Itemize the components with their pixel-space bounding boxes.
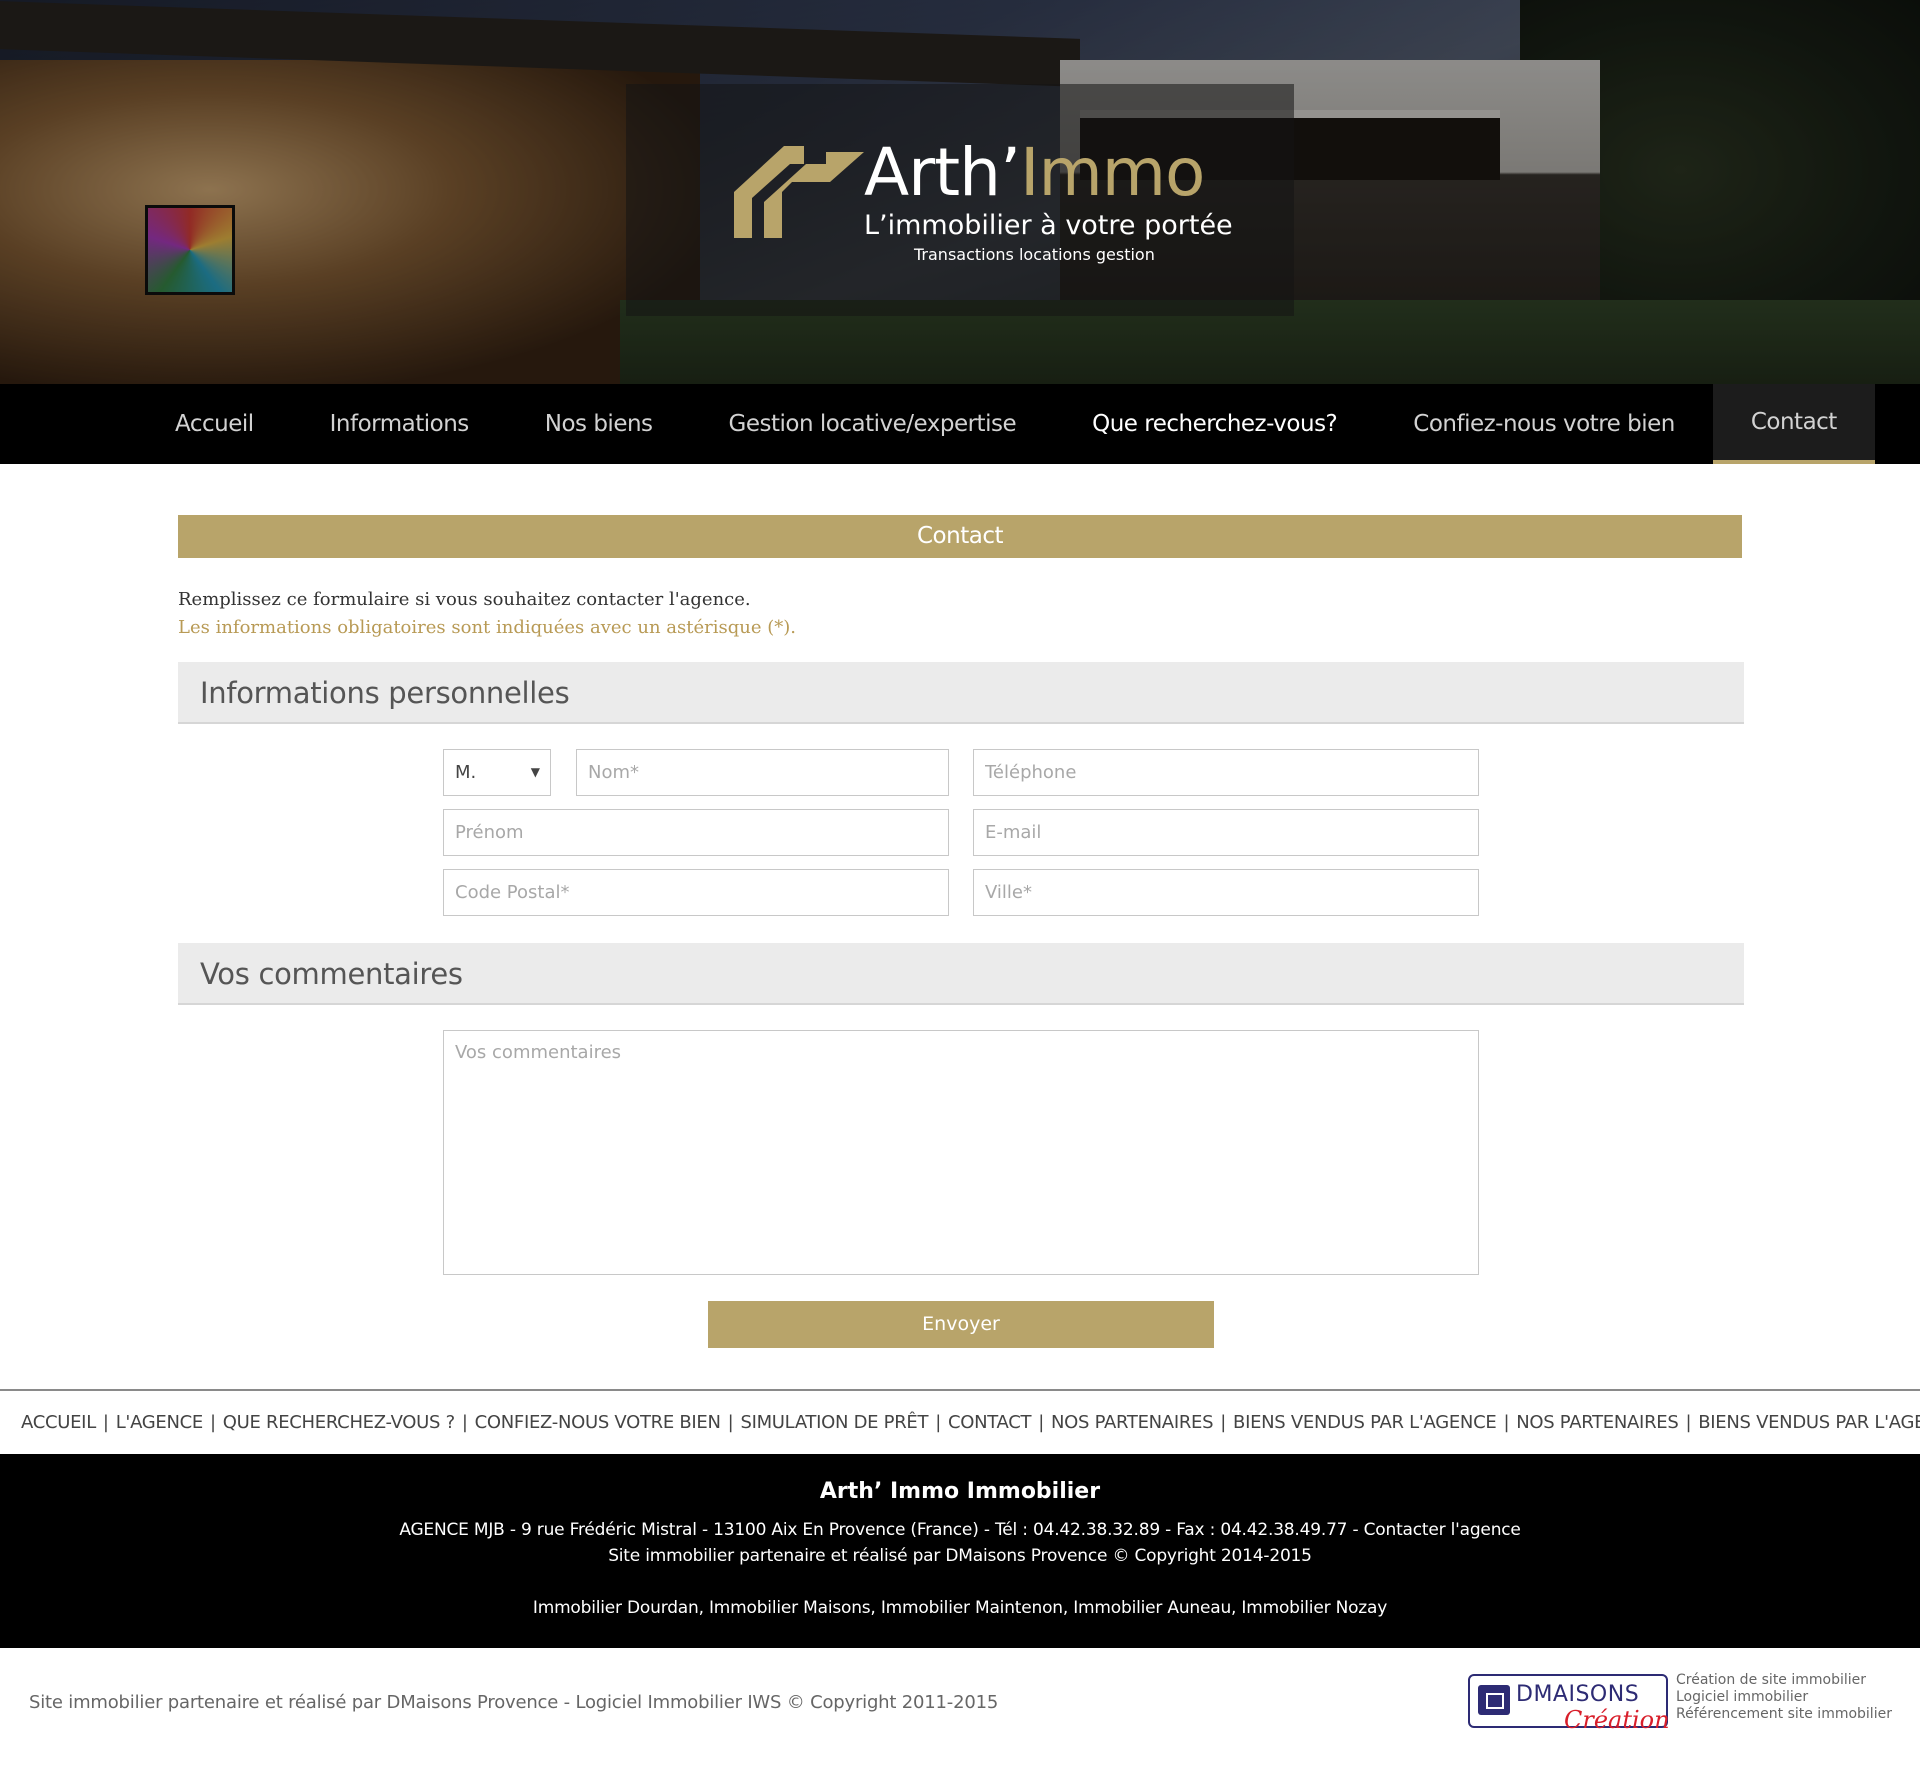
brand-subtagline: Transactions locations gestion [914,245,1155,264]
ville-field[interactable] [973,869,1479,916]
nav-item-recherche[interactable]: Que recherchez-vous? [1054,384,1375,464]
civility-value: M. [455,762,477,783]
dmaisons-name: DMAISONS [1516,1682,1640,1707]
nav-item-nos-biens[interactable]: Nos biens [507,384,691,464]
footer-link-agence[interactable]: L'AGENCE [116,1412,204,1433]
intro-text: Remplissez ce formulaire si vous souhait… [178,586,796,642]
footer-link-recherche[interactable]: QUE RECHERCHEZ-VOUS ? [223,1412,455,1433]
dmaisons-services: Création de site immobilier Logiciel imm… [1676,1672,1892,1723]
page-title: Contact [178,515,1742,558]
bottom-bar: Site immobilier partenaire et réalisé pa… [0,1648,1920,1788]
house-icon [1478,1685,1510,1715]
footer-link-biens-vendus-2[interactable]: BIENS VENDUS PAR L'AGENCE [1698,1412,1920,1433]
footer-links: ACCUEIL | L'AGENCE | QUE RECHERCHEZ-VOUS ?… [0,1389,1920,1454]
send-button[interactable]: Envoyer [708,1301,1214,1348]
comments-heading: Vos commentaires [178,943,1744,1005]
nav-item-informations[interactable]: Informations [292,384,507,464]
footer-link-confiez[interactable]: CONFIEZ-NOUS VOTRE BIEN [475,1412,721,1433]
bottom-copyright: Site immobilier partenaire et réalisé pa… [29,1692,999,1713]
dmaisons-service[interactable]: Logiciel immobilier [1676,1689,1892,1706]
footer-link-partenaires-2[interactable]: NOS PARTENAIRES [1516,1412,1679,1433]
telephone-field[interactable] [973,749,1479,796]
nom-field[interactable] [576,749,949,796]
dmaisons-logo[interactable]: DMAISONS Création [1468,1674,1670,1732]
house-logo-icon [734,146,864,238]
agency-address: AGENCE MJB - 9 rue Frédéric Mistral - 13… [399,1520,1521,1540]
nav-item-accueil[interactable]: Accueil [137,384,292,464]
nav-item-confiez[interactable]: Confiez-nous votre bien [1375,384,1713,464]
email-field[interactable] [973,809,1479,856]
nav-item-gestion[interactable]: Gestion locative/expertise [691,384,1055,464]
prenom-field[interactable] [443,809,949,856]
footer-link-biens-vendus[interactable]: BIENS VENDUS PAR L'AGENCE [1233,1412,1497,1433]
required-note: Les informations obligatoires sont indiq… [178,617,796,638]
dmaisons-script: Création [1564,1706,1670,1734]
partner-line[interactable]: Site immobilier partenaire et réalisé pa… [0,1546,1920,1566]
footer-link-contact[interactable]: CONTACT [948,1412,1032,1433]
civility-select[interactable]: M. ▼ [443,749,551,796]
code-postal-field[interactable] [443,869,949,916]
dmaisons-service[interactable]: Création de site immobilier [1676,1672,1892,1689]
footer-link-partenaires[interactable]: NOS PARTENAIRES [1051,1412,1214,1433]
brand-tagline: L’immobilier à votre portée [864,210,1233,241]
cities-line[interactable]: Immobilier Dourdan, Immobilier Maisons, … [0,1598,1920,1618]
brand-name: Arth’Immo [864,134,1205,211]
footer-link-simulation[interactable]: SIMULATION DE PRÊT [740,1412,928,1433]
hero-banner: Arth’Immo L’immobilier à votre portée Tr… [0,0,1920,384]
dmaisons-service[interactable]: Référencement site immobilier [1676,1706,1892,1723]
main-nav: Accueil Informations Nos biens Gestion l… [0,384,1920,464]
footer-info: Arth’ Immo Immobilier AGENCE MJB - 9 rue… [0,1454,1920,1648]
agency-title: Arth’ Immo Immobilier [819,1479,1101,1504]
personal-info-heading: Informations personnelles [178,662,1744,724]
nav-item-contact[interactable]: Contact [1712,384,1875,464]
comments-textarea[interactable] [443,1030,1479,1275]
chevron-down-icon: ▼ [530,765,540,779]
footer-link-accueil[interactable]: ACCUEIL [21,1412,96,1433]
intro-line: Remplissez ce formulaire si vous souhait… [178,589,751,610]
